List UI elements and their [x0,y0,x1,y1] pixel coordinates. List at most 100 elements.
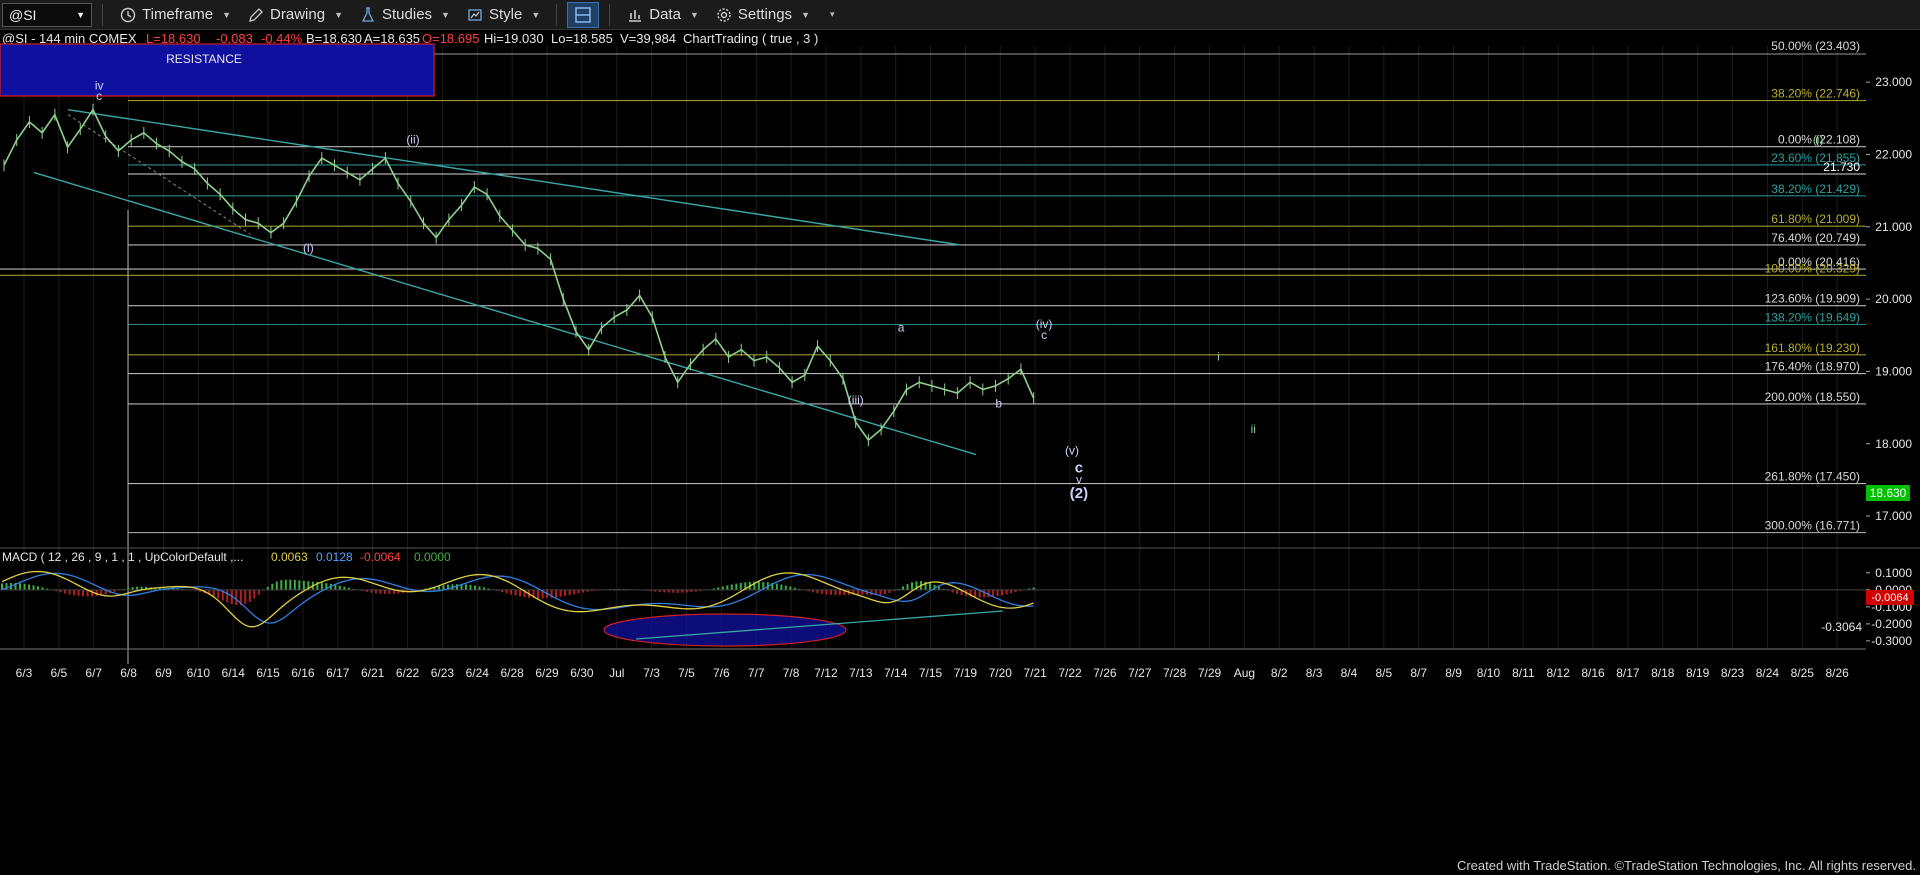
fib-label: 138.20% (19.649) [1765,310,1860,324]
resistance-label: RESISTANCE [166,52,242,66]
wave-label: ii [1251,422,1256,436]
bar-chart-icon [626,6,644,24]
time-axis-label: 8/3 [1306,666,1323,680]
low-readout: Lo=18.585 [551,31,613,46]
fib-label: 161.80% (19.230) [1765,341,1860,355]
price-axis-label: 23.000 [1875,75,1912,89]
toolbar-divider [102,3,103,26]
macd-last-tag: -0.0064 [1866,590,1914,605]
time-axis-label: 8/10 [1477,666,1501,680]
macd-pane [0,570,1866,647]
wave-label: a [898,321,905,335]
timeframe-button[interactable]: Timeframe ▼ [113,2,237,28]
data-label: Data [649,6,681,23]
time-axis-label: 6/24 [466,666,490,680]
fib-label: 61.80% (21.009) [1771,212,1860,226]
macd-last-tag-value: -0.0064 [1871,592,1908,604]
toolbar-overflow-button[interactable]: ▾ [820,2,841,28]
time-axis-label: 7/22 [1058,666,1082,680]
settings-label: Settings [737,6,793,23]
price-axis-label: 17.000 [1875,509,1912,523]
wave-label: (i) [303,241,314,255]
time-axis: 6/3 6/5 6/7 6/8 6/9 6/10 6/14 6/15 6/16 6/17 6/21 6… [16,666,1849,680]
settings-button[interactable]: Settings ▼ [709,2,816,28]
fib-label: 76.40% (20.749) [1771,231,1860,245]
macd-zero-value: 0.0000 [414,550,451,564]
chevron-down-icon: ▼ [801,9,810,20]
time-axis-label: 6/14 [222,666,246,680]
wave-label: c [96,89,102,103]
lower-trendline [33,171,977,456]
chevron-down-icon: ▼ [531,9,541,20]
macd-diff-value: -0.0064 [360,550,401,564]
time-axis-label: 6/16 [291,666,315,680]
time-axis-label: 6/30 [570,666,594,680]
chevron-down-icon: ▾ [829,9,835,19]
time-axis-label: 8/5 [1376,666,1393,680]
studies-button[interactable]: Studies ▼ [353,2,456,28]
symbol-value: @SI [9,6,37,23]
time-axis-label: 6/21 [361,666,385,680]
macd-signal-value: 0.0128 [316,550,353,564]
time-axis-label: 7/12 [814,666,838,680]
time-axis-label: 7/28 [1163,666,1187,680]
data-button[interactable]: Data ▼ [620,2,705,28]
chevron-down-icon: ▼ [222,9,232,20]
chevron-down-icon: ▼ [441,9,450,20]
resistance-zone[interactable]: RESISTANCE [0,43,435,97]
price-axis-label: 19.000 [1875,364,1912,378]
high-readout: Hi=19.030 [484,31,544,46]
time-axis-label: 7/6 [713,666,730,680]
wave-label: i [1217,350,1220,364]
time-axis-label: 7/13 [849,666,873,680]
study-readout: ChartTrading ( true , 3 ) [683,31,818,46]
time-axis-label: 8/25 [1791,666,1815,680]
time-axis-label: 8/23 [1721,666,1745,680]
chevron-down-icon: ▼ [76,9,85,20]
style-label: Style [488,6,523,23]
fib-label: 200.00% (18.550) [1765,390,1860,404]
time-axis-label: 8/18 [1651,666,1675,680]
last-price-tag: 18.630 [1866,485,1910,501]
time-axis-label: 8/9 [1445,666,1462,680]
symbol-selector[interactable]: @SI ▼ [2,2,92,27]
chevron-down-icon: ▼ [689,9,699,20]
time-axis-label: 6/22 [396,666,420,680]
wave-label: c [1041,328,1047,342]
layout-button[interactable] [567,1,600,28]
time-axis-label: 7/8 [783,666,800,680]
copyright-footer: Created with TradeStation. ©TradeStation… [1456,858,1916,873]
wave-label: (ii) [406,133,419,147]
style-icon [466,6,484,24]
toolbar-divider [609,3,611,26]
time-axis-label: Aug [1234,666,1255,680]
time-axis-label: Jul [609,666,624,680]
fib-label: 176.40% (18.970) [1765,360,1860,374]
gear-icon [715,6,733,24]
wave-label: (2) [1070,485,1088,502]
time-axis-label: 7/29 [1198,666,1222,680]
time-axis-label: 7/15 [919,666,943,680]
time-axis-label: 8/7 [1410,666,1427,680]
chart-drawings [33,108,977,456]
time-axis-label: 6/15 [256,666,280,680]
fib-label: 123.60% (19.909) [1765,292,1860,306]
fib-label: 38.20% (21.429) [1771,182,1860,196]
studies-label: Studies [382,6,433,23]
macd-axis-label: -0.2000 [1871,617,1912,631]
time-axis-label: 8/17 [1616,666,1640,680]
price-chart[interactable]: @SI - 144 min COMEX L=18.630 -0.083 -0.4… [0,30,1920,875]
time-axis-label: 8/24 [1756,666,1780,680]
time-axis-label: 8/16 [1581,666,1605,680]
fib-label: 100.00% (20.329) [1765,261,1860,275]
fib-label: 21.730 [1823,160,1860,174]
fibonacci-levels: 38.20% (22.746)0.00% (22.108)23.60% (21.… [0,39,1866,664]
fib-label: 38.20% (22.746) [1771,87,1860,101]
time-axis-label: 7/27 [1128,666,1152,680]
price-axis-label: 20.000 [1875,292,1912,306]
drawing-button[interactable]: Drawing ▼ [241,2,349,28]
pencil-icon [247,6,265,24]
style-button[interactable]: Style ▼ [460,2,546,28]
wave-label: (i) [1813,133,1824,147]
elliott-wave-labels: ivc(ii)(i)a(iii)b(iv)c(v)cv(2)iii(i)(ii) [95,78,1824,502]
